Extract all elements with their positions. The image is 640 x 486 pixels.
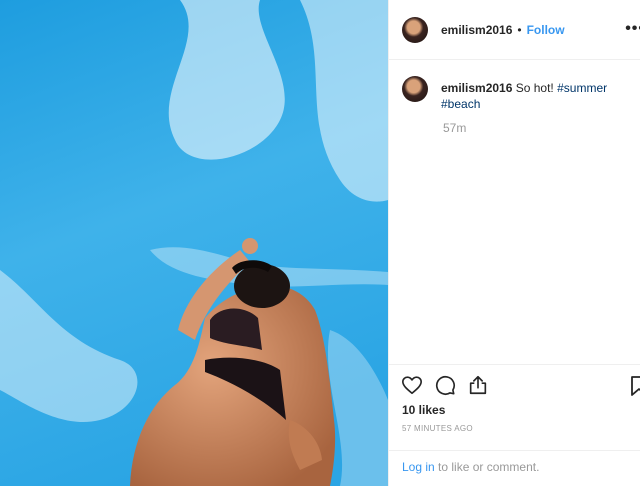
action-icons bbox=[401, 374, 489, 396]
login-link[interactable]: Log in bbox=[402, 460, 435, 474]
more-options-icon[interactable]: ••• bbox=[625, 20, 640, 38]
share-icon[interactable] bbox=[467, 374, 489, 396]
heart-icon[interactable] bbox=[401, 374, 423, 396]
login-suffix: to like or comment. bbox=[438, 460, 540, 474]
author-username[interactable]: emilism2016 bbox=[441, 23, 512, 37]
caption-time[interactable]: 57m bbox=[443, 121, 634, 135]
likes-count[interactable]: 10 likes bbox=[402, 403, 445, 417]
hashtag-link[interactable]: #summer bbox=[557, 81, 607, 95]
caption-body: So hot! bbox=[515, 81, 554, 95]
separator-dot: • bbox=[517, 22, 522, 37]
caption-comment: emilism2016 So hot! #summer #beach bbox=[402, 76, 634, 112]
caption-avatar[interactable] bbox=[402, 76, 428, 102]
comments-section: emilism2016 So hot! #summer #beach 57m bbox=[402, 76, 634, 135]
action-bar: 10 likes 57 MINUTES AGO Log in to like o… bbox=[389, 364, 640, 486]
post-header: emilism2016 • Follow ••• bbox=[389, 0, 640, 60]
post-sidebar: emilism2016 • Follow ••• emilism2016 So … bbox=[388, 0, 640, 486]
post-timestamp[interactable]: 57 MINUTES AGO bbox=[402, 424, 473, 433]
comment-icon[interactable] bbox=[434, 374, 456, 396]
login-prompt: Log in to like or comment. bbox=[389, 450, 640, 486]
hashtag-link[interactable]: #beach bbox=[441, 97, 480, 111]
bookmark-icon[interactable] bbox=[629, 375, 640, 397]
follow-button[interactable]: Follow bbox=[527, 23, 565, 37]
caption-username[interactable]: emilism2016 bbox=[441, 81, 512, 95]
author-avatar[interactable] bbox=[402, 16, 428, 43]
caption-text: emilism2016 So hot! #summer #beach bbox=[441, 76, 634, 112]
post-photo bbox=[0, 0, 388, 486]
post-image[interactable] bbox=[0, 0, 388, 486]
